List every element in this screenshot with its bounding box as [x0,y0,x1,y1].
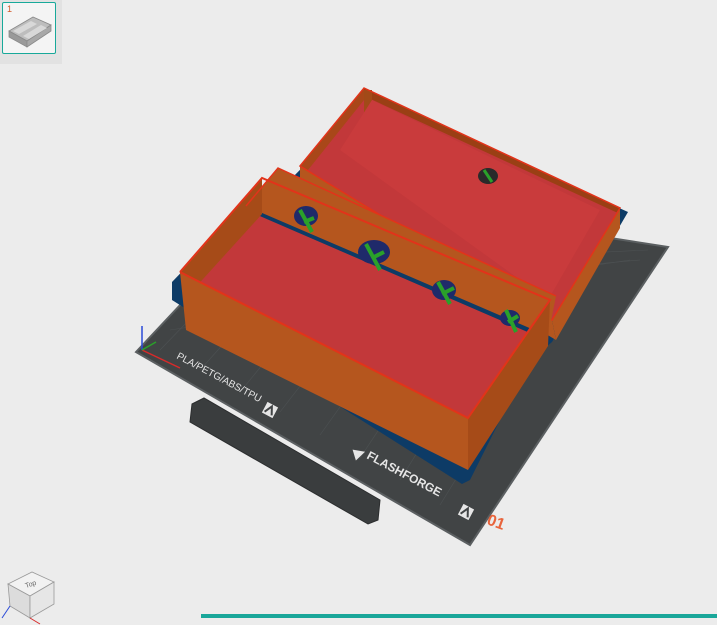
progress-bar [201,614,717,618]
viewport-3d[interactable]: PLA/PETG/ABS/TPU FLASHFORGE 01 Top [0,0,717,625]
view-cube[interactable]: Top [1,571,55,625]
